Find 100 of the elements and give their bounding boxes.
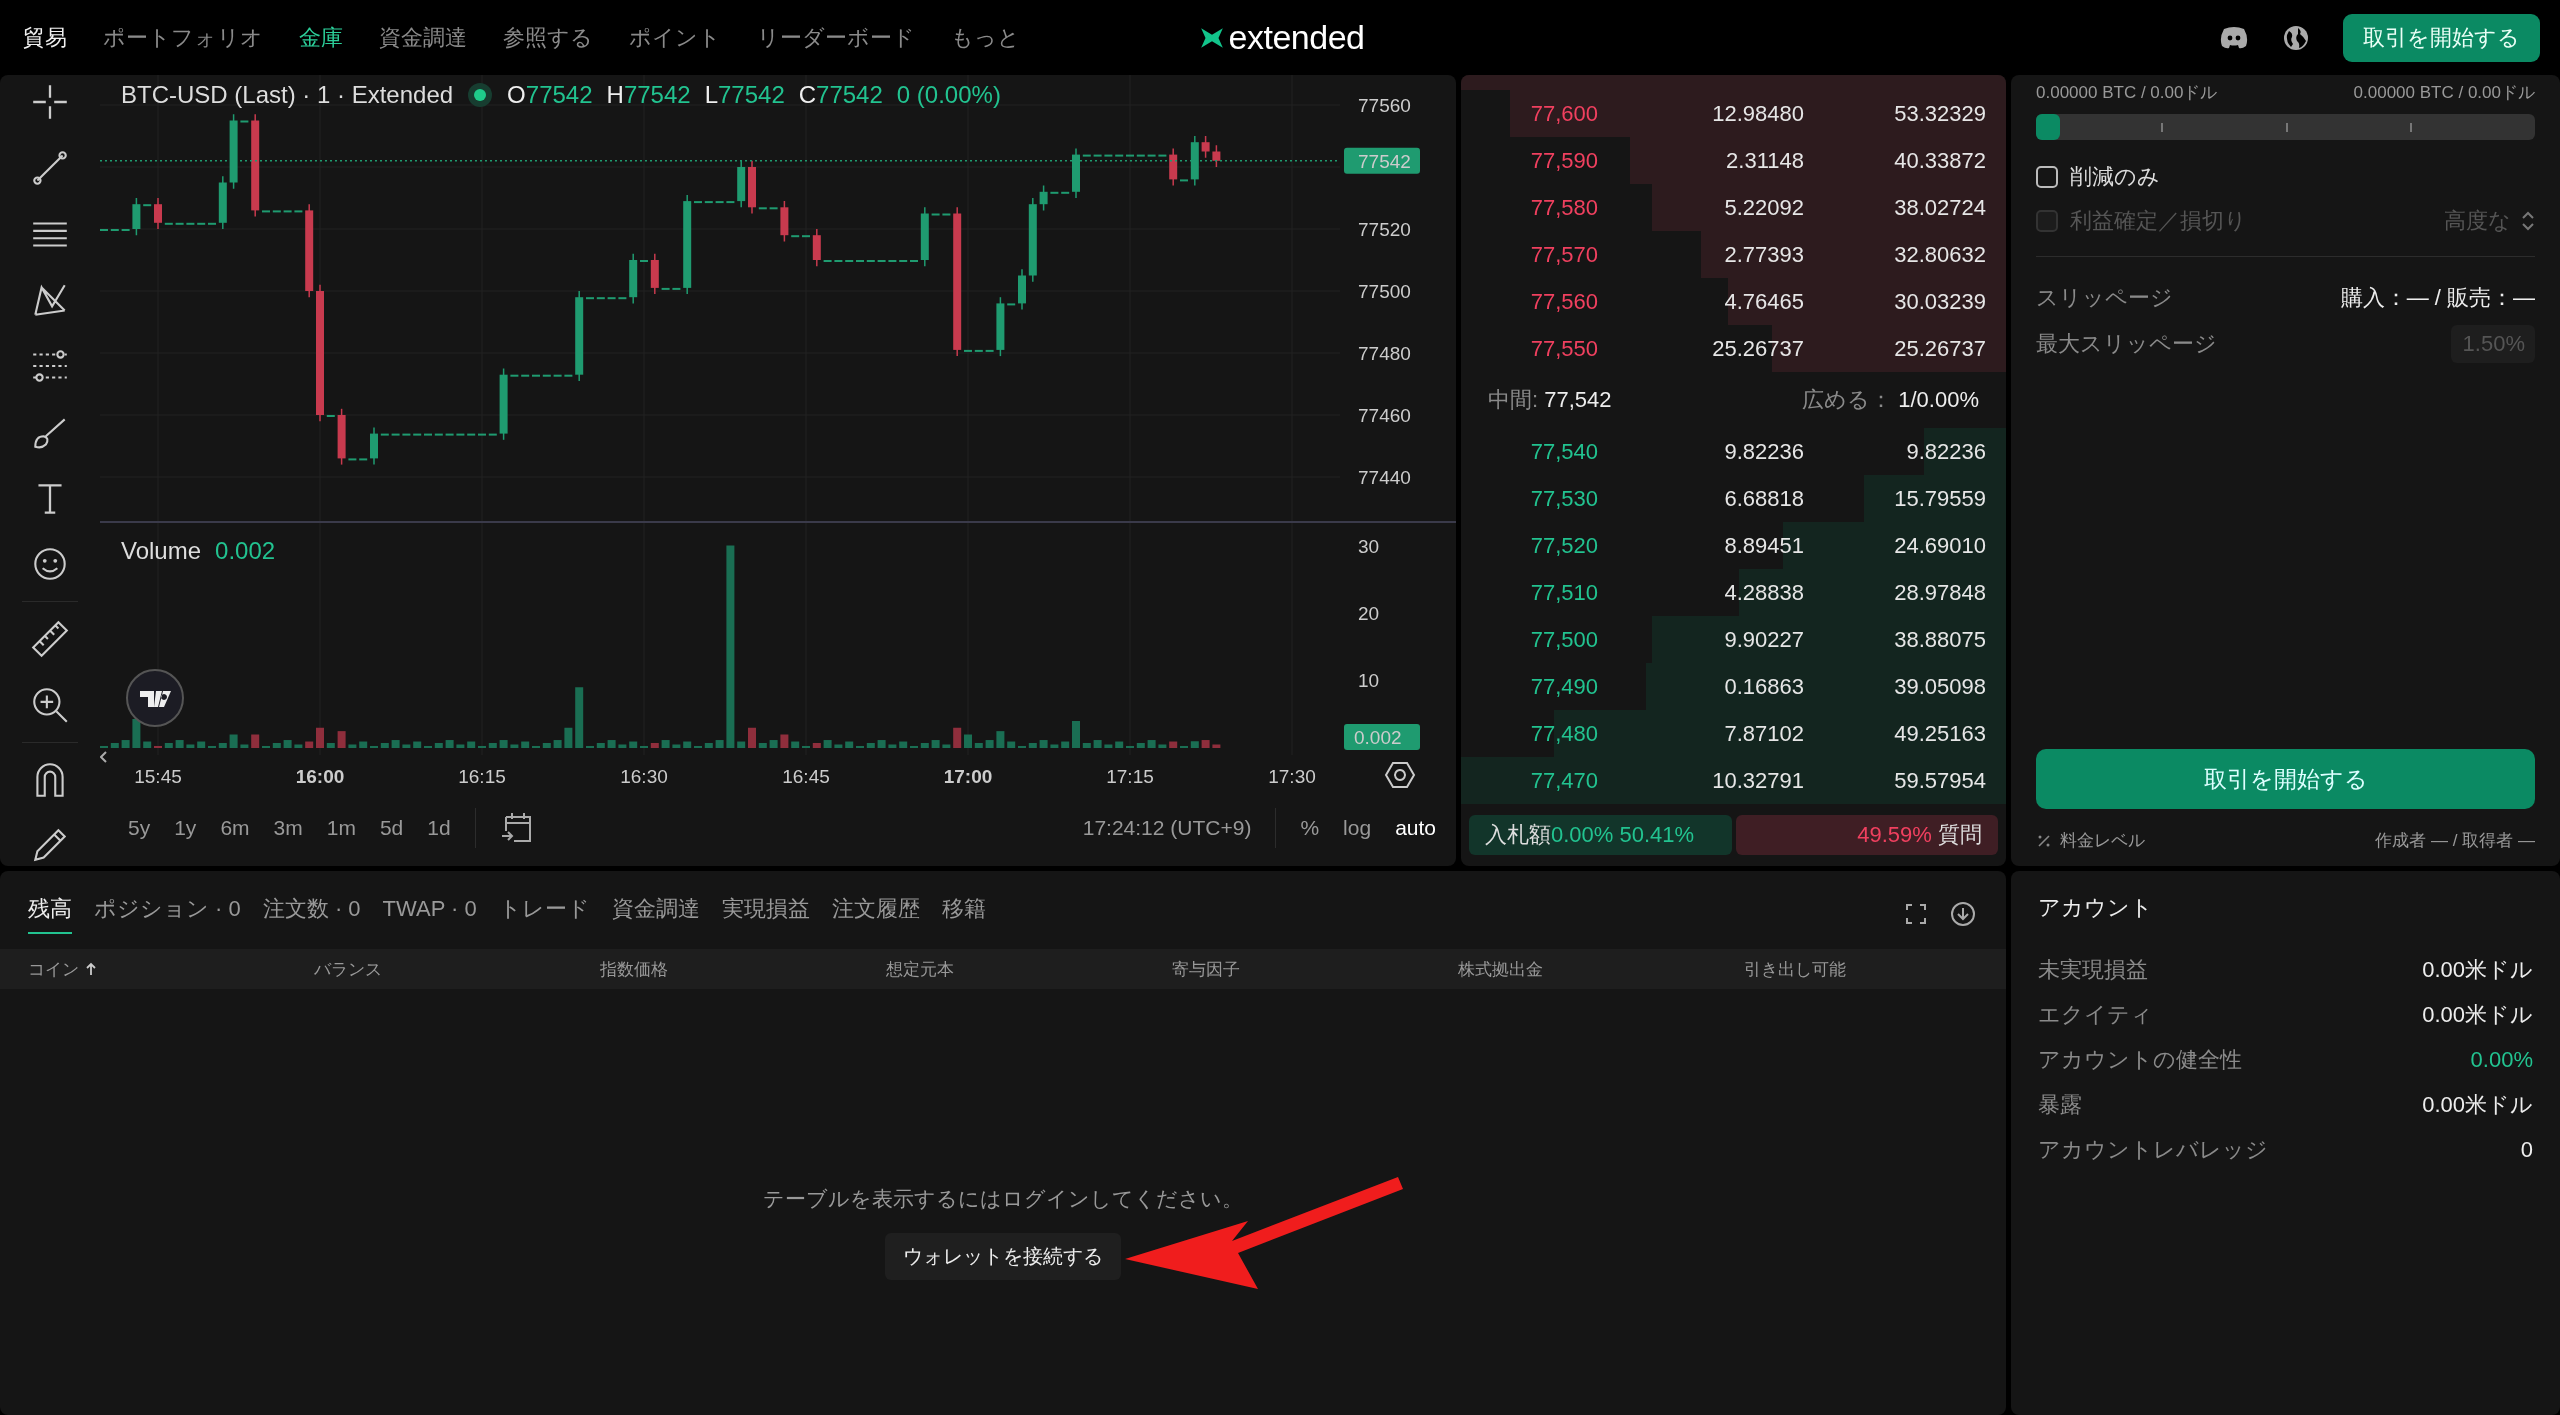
price-label: 77480	[1358, 343, 1411, 364]
candle	[521, 374, 530, 377]
scale-toggle[interactable]: %	[1300, 816, 1320, 840]
bid-row[interactable]: 77,470 10.32791 59.57954	[1461, 757, 2006, 804]
scale-toggle[interactable]: log	[1343, 816, 1372, 840]
nav-link[interactable]: リーダーボード	[757, 22, 915, 53]
candle	[1093, 154, 1102, 157]
chat-bubble-icon[interactable]	[2219, 25, 2249, 50]
candle	[391, 433, 400, 436]
bid-row[interactable]: 77,540 9.82236 9.82236	[1461, 428, 2006, 475]
nav-link[interactable]: ポイント	[629, 22, 721, 53]
clock-text: 17:24:12 (UTC+9)	[1082, 816, 1252, 840]
candle	[456, 433, 465, 436]
logo-badge-icon[interactable]	[125, 668, 185, 728]
candle	[1082, 154, 1091, 157]
candle	[780, 200, 789, 243]
tab[interactable]: TWAP · 0	[382, 896, 477, 932]
size-slider[interactable]	[2036, 114, 2535, 140]
time-label: 16:45	[782, 766, 830, 787]
slider-thumb[interactable]	[2036, 114, 2060, 140]
range-button[interactable]: 3m	[273, 816, 303, 840]
candle	[715, 201, 724, 204]
volume-axis-label: 30	[1358, 536, 1380, 557]
candle	[1018, 268, 1026, 311]
nav-link[interactable]: 貿易	[23, 22, 67, 53]
slippage-label: スリッページ	[2036, 284, 2173, 312]
bid-row[interactable]: 77,530 6.68818 15.79559	[1461, 475, 2006, 522]
column-header[interactable]: 株式拠出金	[1458, 957, 1744, 981]
ask-row[interactable]: 77,550 25.26737 25.26737	[1461, 325, 2006, 372]
globe-icon[interactable]	[2283, 24, 2309, 51]
candle	[337, 408, 346, 466]
nav-link[interactable]: 参照する	[503, 22, 593, 53]
candle	[564, 374, 573, 377]
tab[interactable]: 注文数 · 0	[262, 894, 361, 934]
change-value: 0 (0.00%)	[896, 81, 1001, 109]
tab[interactable]: 資金調達	[611, 894, 700, 934]
nav-link[interactable]: 資金調達	[379, 22, 467, 53]
column-header[interactable]: 寄与因子	[1172, 957, 1458, 981]
ohlc-value: H77542	[606, 81, 691, 109]
column-header[interactable]: 引き出し可能	[1744, 957, 2006, 981]
candle	[197, 222, 206, 225]
price-label: 77500	[1358, 281, 1411, 302]
candle	[812, 228, 821, 267]
column-header[interactable]: 指数価格	[600, 957, 886, 981]
candle	[445, 433, 454, 436]
connect-wallet-button[interactable]: ウォレットを接続する	[885, 1232, 1121, 1280]
candle	[1169, 147, 1178, 187]
candle	[424, 433, 432, 436]
start-trading-button[interactable]: 取引を開始する	[2036, 749, 2535, 809]
range-button[interactable]: 5y	[128, 816, 151, 840]
fee-level-link[interactable]: 料金レベル	[2060, 829, 2145, 852]
checkbox[interactable]	[2036, 166, 2058, 188]
candle	[737, 160, 746, 209]
column-header[interactable]: コイン	[28, 957, 314, 981]
price-label: 77560	[1358, 95, 1411, 116]
column-header[interactable]: 想定元本	[886, 957, 1172, 981]
candle	[380, 433, 389, 436]
candle	[1158, 154, 1167, 157]
fullscreen-icon[interactable]	[1904, 902, 1928, 926]
bid-row[interactable]: 77,520 8.89451 24.69010	[1461, 522, 2006, 569]
candle	[1039, 184, 1048, 212]
range-button[interactable]: 6m	[220, 816, 250, 840]
download-icon[interactable]	[1950, 901, 1976, 927]
ohlc-value: C77542	[798, 81, 883, 109]
tab[interactable]: 残高	[28, 894, 72, 934]
nav-link[interactable]: もっと	[951, 22, 1020, 53]
max-slippage-label: 最大スリッページ	[2036, 330, 2217, 358]
candle	[359, 458, 368, 461]
start-trading-button[interactable]: 取引を開始する	[2343, 13, 2540, 62]
tab[interactable]: 注文履歴	[831, 894, 920, 934]
scale-toggle[interactable]: auto	[1395, 816, 1436, 840]
bid-row[interactable]: 77,510 4.28838 28.97848	[1461, 569, 2006, 616]
candle	[920, 206, 929, 267]
nav-link[interactable]: 金庫	[299, 22, 343, 53]
tab[interactable]: トレード	[498, 894, 590, 934]
column-header[interactable]: バランス	[314, 957, 600, 981]
calendar-icon[interactable]	[499, 811, 534, 845]
candle	[791, 235, 800, 238]
range-button[interactable]: 1y	[174, 816, 197, 840]
settings-icon[interactable]	[1385, 762, 1415, 788]
candle	[272, 210, 281, 213]
candle	[974, 349, 983, 352]
tab[interactable]: ポジション · 0	[94, 894, 241, 934]
candle	[758, 207, 767, 210]
range-button[interactable]: 5d	[379, 816, 404, 840]
candle	[1007, 303, 1016, 306]
tab[interactable]: 移籍	[941, 894, 986, 934]
nav-link[interactable]: ポートフォリオ	[103, 22, 263, 53]
candle	[1050, 191, 1059, 194]
range-button[interactable]: 1m	[326, 816, 356, 840]
volume-axis-label: 10	[1358, 670, 1380, 691]
candle	[143, 204, 152, 207]
tab[interactable]: 実現損益	[721, 894, 810, 934]
range-button[interactable]: 1d	[427, 816, 451, 840]
account-label: アカウントの健全性	[2038, 1045, 2242, 1074]
candle	[726, 201, 735, 204]
candle	[532, 374, 540, 377]
collapse-chevron-icon[interactable]	[100, 751, 107, 763]
candle	[488, 433, 497, 436]
checkbox-label: 削減のみ	[2070, 163, 2160, 191]
